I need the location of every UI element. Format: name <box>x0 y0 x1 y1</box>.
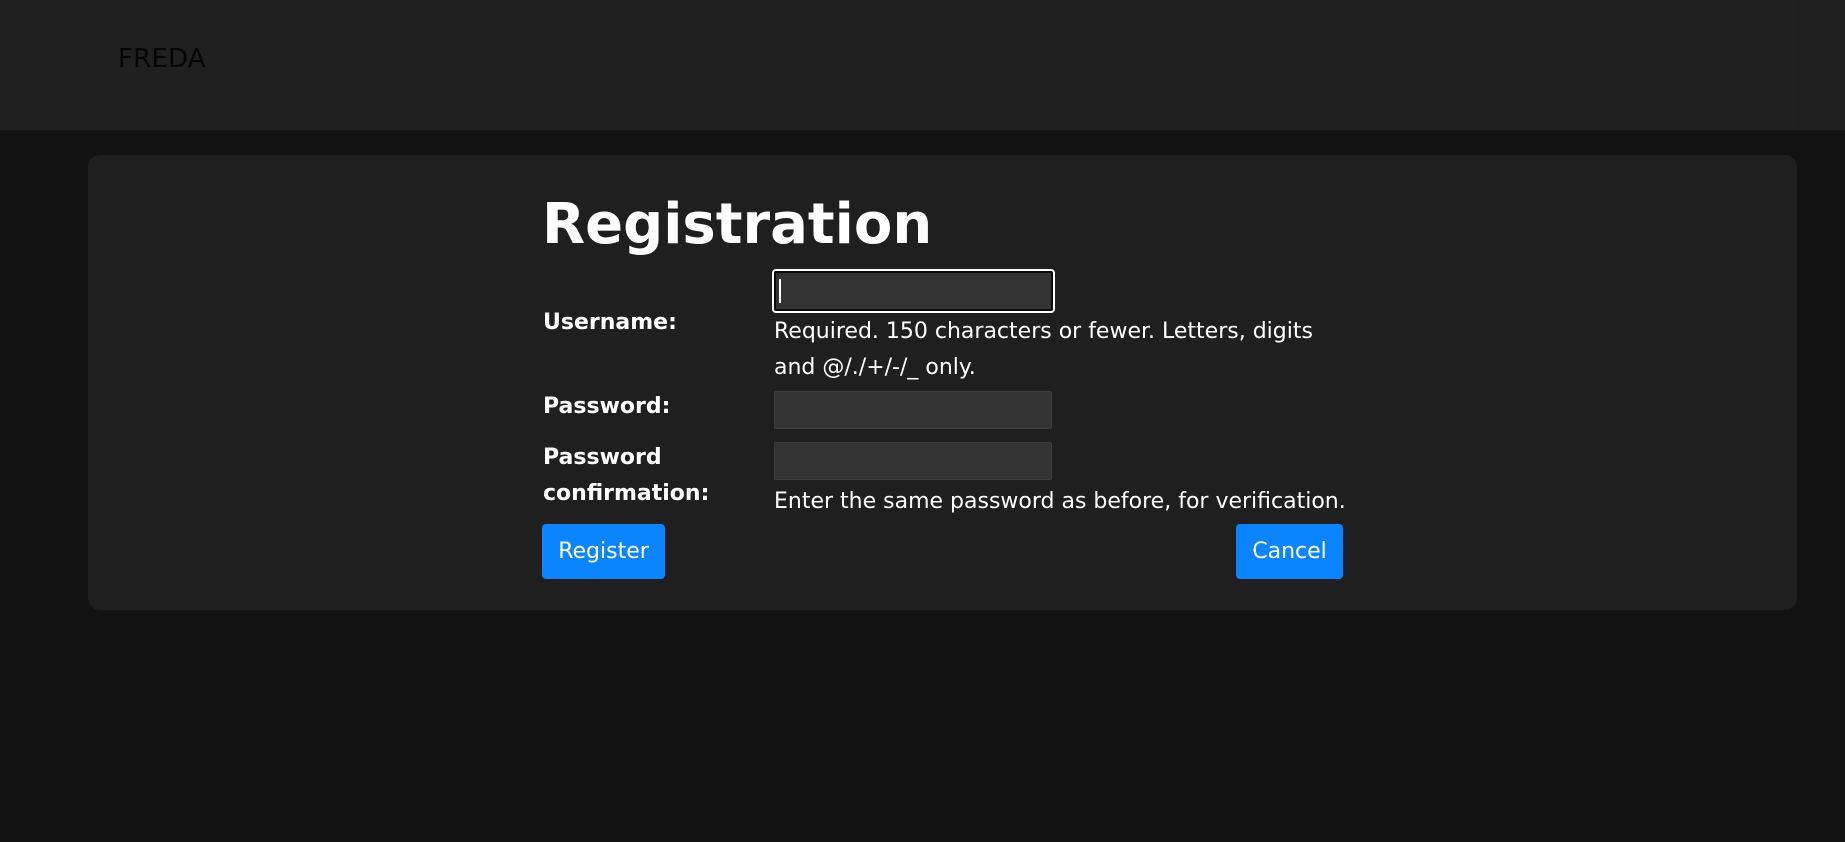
password-confirmation-label: Password confirmation: <box>543 445 710 506</box>
password-label: Password: <box>543 394 671 419</box>
password-field[interactable] <box>774 391 1052 429</box>
password-confirmation-field[interactable] <box>774 442 1052 480</box>
brand-link[interactable]: FREDA <box>118 44 206 74</box>
password-confirmation-help-text: Enter the same password as before, for v… <box>774 489 1346 514</box>
username-help-text: Required. 150 characters or fewer. Lette… <box>774 319 1313 380</box>
page-title: Registration <box>542 192 933 257</box>
register-button[interactable]: Register <box>542 524 665 579</box>
navbar-container <box>88 0 1797 130</box>
username-label: Username: <box>543 310 677 335</box>
top-navbar: FREDA <box>0 0 1845 130</box>
username-input[interactable] <box>774 271 1053 311</box>
cancel-button[interactable]: Cancel <box>1236 524 1343 579</box>
password-input[interactable] <box>775 392 1051 428</box>
username-field[interactable] <box>772 269 1055 313</box>
text-caret <box>779 279 781 303</box>
password-confirmation-input[interactable] <box>775 443 1051 479</box>
